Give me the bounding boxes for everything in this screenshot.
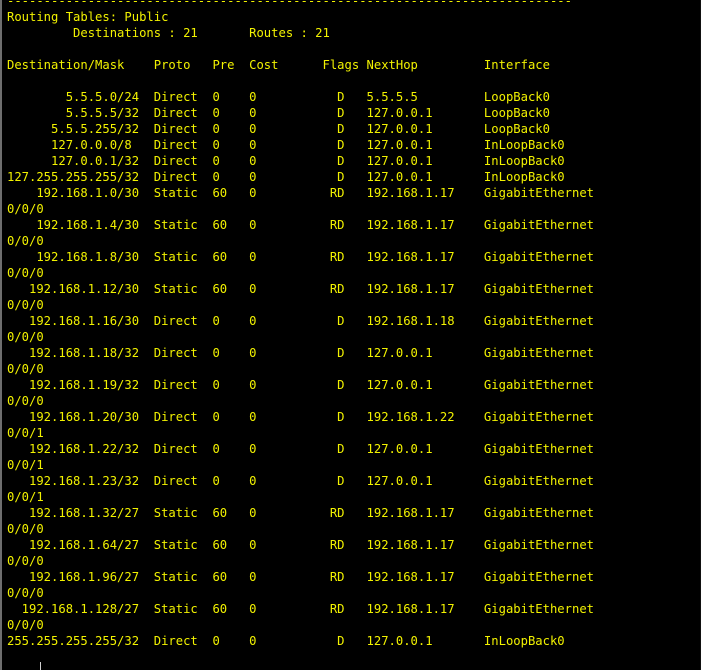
route-entry-line: 192.168.1.22/32 Direct 0 0 D 127.0.0.1 G…: [7, 442, 594, 456]
route-entry-line: 5.5.5.255/32 Direct 0 0 D 127.0.0.1 Loop…: [7, 122, 550, 136]
route-entry-line: 192.168.1.16/30 Direct 0 0 D 192.168.1.1…: [7, 314, 594, 328]
route-entry-line: 127.0.0.1/32 Direct 0 0 D 127.0.0.1 InLo…: [7, 154, 565, 168]
routing-table-header: Destination/Mask Proto Pre Cost Flags Ne…: [7, 58, 550, 72]
route-entry-line: 0/0/0: [7, 522, 44, 536]
text-cursor: [40, 662, 41, 670]
route-entry-line: 0/0/0: [7, 394, 44, 408]
route-entry-line: 0/0/1: [7, 426, 44, 440]
route-entry-line: 192.168.1.8/30 Static 60 0 RD 192.168.1.…: [7, 250, 594, 264]
route-entry-line: 0/0/0: [7, 554, 44, 568]
route-entry-line: 0/0/0: [7, 330, 44, 344]
route-entry-line: 192.168.1.19/32 Direct 0 0 D 127.0.0.1 G…: [7, 378, 594, 392]
route-entry-line: 192.168.1.0/30 Static 60 0 RD 192.168.1.…: [7, 186, 594, 200]
route-entry-line: 0/0/0: [7, 202, 44, 216]
route-entry-line: 0/0/0: [7, 234, 44, 248]
route-entry-line: 192.168.1.32/27 Static 60 0 RD 192.168.1…: [7, 506, 594, 520]
route-entry-line: 192.168.1.23/32 Direct 0 0 D 127.0.0.1 G…: [7, 474, 594, 488]
route-entry-line: 127.0.0.0/8 Direct 0 0 D 127.0.0.1 InLoo…: [7, 138, 565, 152]
route-entry-line: 192.168.1.128/27 Static 60 0 RD 192.168.…: [7, 602, 594, 616]
routing-table-title: Routing Tables: Public: [7, 10, 169, 24]
route-entry-line: 5.5.5.5/32 Direct 0 0 D 127.0.0.1 LoopBa…: [7, 106, 550, 120]
routing-table-summary: Destinations : 21 Routes : 21: [7, 26, 330, 40]
route-entry-line: 0/0/1: [7, 490, 44, 504]
route-entry-line: 0/0/0: [7, 266, 44, 280]
route-entry-line: 0/0/1: [7, 458, 44, 472]
route-entry-line: 0/0/0: [7, 362, 44, 376]
route-entry-line: 192.168.1.96/27 Static 60 0 RD 192.168.1…: [7, 570, 594, 584]
route-entry-line: 255.255.255.255/32 Direct 0 0 D 127.0.0.…: [7, 634, 565, 648]
route-entry-line: 0/0/0: [7, 298, 44, 312]
route-entry-line: 192.168.1.4/30 Static 60 0 RD 192.168.1.…: [7, 218, 594, 232]
terminal-output: ----------------------------------------…: [7, 0, 594, 649]
route-entry-line: 192.168.1.12/30 Static 60 0 RD 192.168.1…: [7, 282, 594, 296]
terminal-window[interactable]: ----------------------------------------…: [0, 0, 701, 670]
route-entry-line: 0/0/0: [7, 618, 44, 632]
route-entry-line: 0/0/0: [7, 586, 44, 600]
route-entry-line: 192.168.1.64/27 Static 60 0 RD 192.168.1…: [7, 538, 594, 552]
route-entry-line: 192.168.1.18/32 Direct 0 0 D 127.0.0.1 G…: [7, 346, 594, 360]
route-entry-line: 192.168.1.20/30 Direct 0 0 D 192.168.1.2…: [7, 410, 594, 424]
route-entry-line: 127.255.255.255/32 Direct 0 0 D 127.0.0.…: [7, 170, 565, 184]
separator-line: ----------------------------------------…: [7, 0, 572, 8]
route-entry-line: 5.5.5.0/24 Direct 0 0 D 5.5.5.5 LoopBack…: [7, 90, 550, 104]
